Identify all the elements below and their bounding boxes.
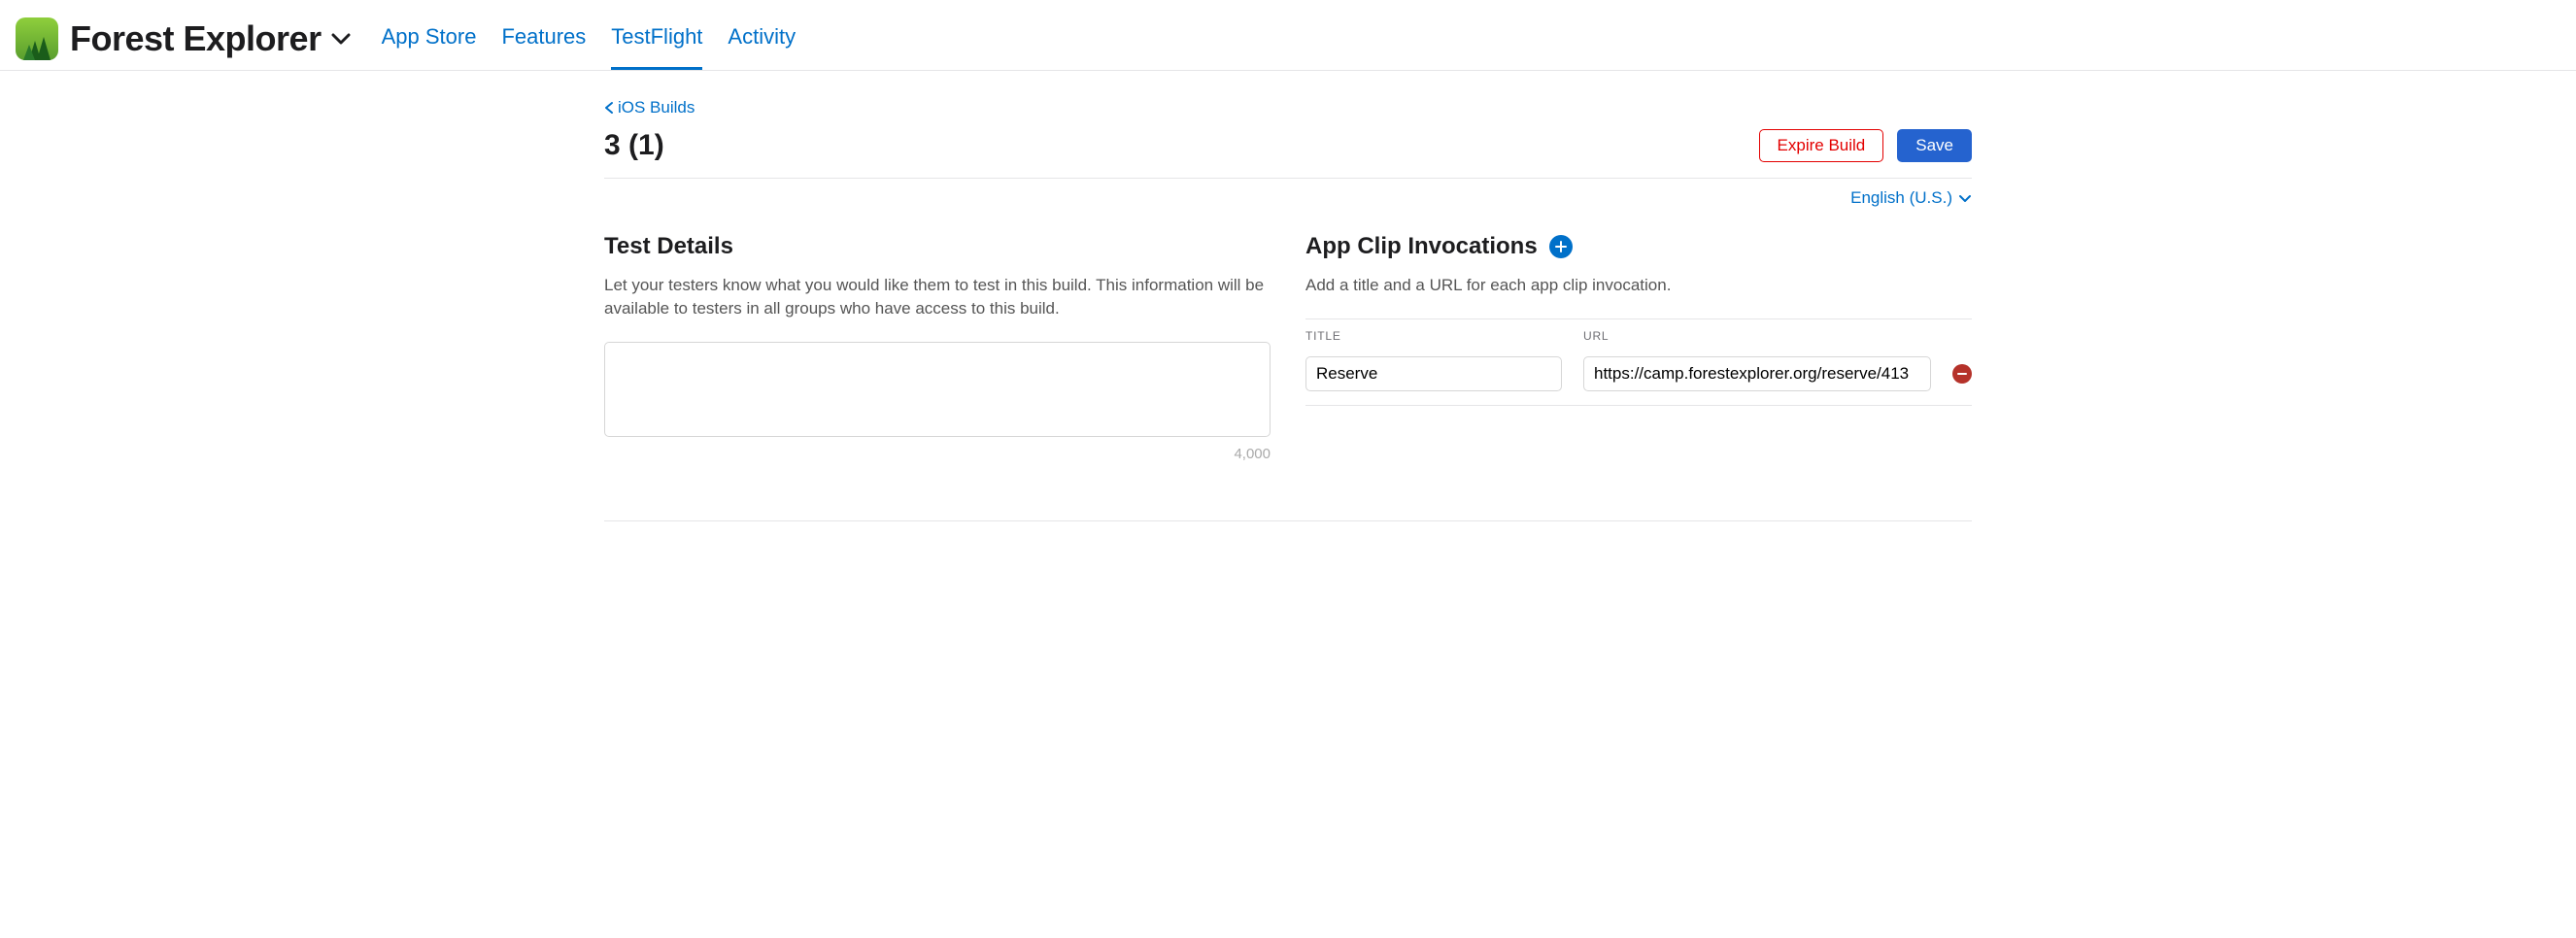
test-details-section: Test Details Let your testers know what … — [604, 233, 1271, 462]
test-details-description: Let your testers know what you would lik… — [604, 274, 1271, 320]
tab-features[interactable]: Features — [501, 24, 586, 70]
language-label: English (U.S.) — [1850, 188, 1952, 208]
content-area: iOS Builds 3 (1) Expire Build Save Engli… — [550, 71, 2026, 560]
page-header: 3 (1) Expire Build Save — [604, 129, 1972, 179]
divider — [604, 520, 1972, 521]
tab-app-store[interactable]: App Store — [382, 24, 477, 70]
app-title: Forest Explorer — [70, 18, 322, 59]
columns: Test Details Let your testers know what … — [604, 233, 1972, 462]
tab-testflight[interactable]: TestFlight — [611, 24, 702, 70]
invocation-url-input[interactable] — [1583, 356, 1931, 391]
column-url-header: URL — [1583, 329, 1972, 343]
remove-invocation-button[interactable] — [1952, 364, 1972, 384]
nav-tabs: App Store Features TestFlight Activity — [382, 8, 797, 70]
action-buttons: Expire Build Save — [1759, 129, 1972, 162]
table-row — [1305, 356, 1972, 406]
test-details-heading: Test Details — [604, 233, 1271, 260]
invocations-description: Add a title and a URL for each app clip … — [1305, 274, 1972, 297]
invocations-heading-text: App Clip Invocations — [1305, 233, 1538, 260]
chevron-left-icon — [604, 101, 614, 115]
chevron-down-icon — [331, 33, 351, 45]
expire-build-button[interactable]: Expire Build — [1759, 129, 1884, 162]
tab-activity[interactable]: Activity — [728, 24, 796, 70]
app-icon — [16, 17, 58, 60]
app-switcher[interactable]: Forest Explorer — [70, 18, 351, 59]
invocations-section: App Clip Invocations Add a title and a U… — [1305, 233, 1972, 462]
save-button[interactable]: Save — [1897, 129, 1972, 162]
breadcrumb[interactable]: iOS Builds — [604, 98, 1972, 117]
chevron-down-icon — [1958, 194, 1972, 203]
minus-icon — [1956, 368, 1968, 380]
plus-icon — [1554, 240, 1568, 253]
page-title: 3 (1) — [604, 129, 664, 162]
table-header: TITLE URL — [1305, 329, 1972, 343]
add-invocation-button[interactable] — [1549, 235, 1573, 258]
invocation-table: TITLE URL — [1305, 318, 1972, 406]
char-count: 4,000 — [604, 446, 1271, 462]
app-header: Forest Explorer App Store Features TestF… — [0, 0, 2576, 71]
test-details-textarea[interactable] — [604, 342, 1271, 437]
invocation-title-input[interactable] — [1305, 356, 1562, 391]
invocations-heading: App Clip Invocations — [1305, 233, 1972, 260]
breadcrumb-label: iOS Builds — [618, 98, 695, 117]
language-selector[interactable]: English (U.S.) — [604, 188, 1972, 208]
column-title-header: TITLE — [1305, 329, 1562, 343]
